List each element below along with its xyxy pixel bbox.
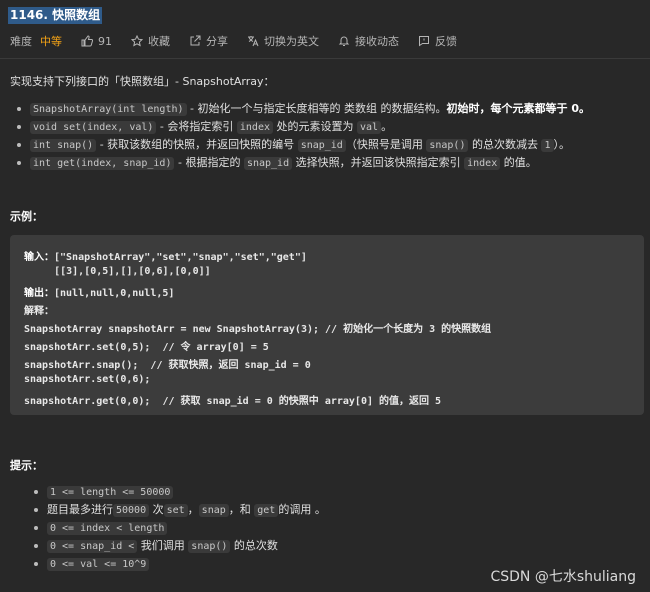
list-item: 0 <= snap_id < 我们调用 snap() 的总次数: [34, 537, 326, 555]
list-item: SnapshotArray(int length) - 初始化一个与指定长度相等…: [17, 100, 590, 118]
favorite-button[interactable]: 收藏: [131, 33, 170, 49]
method-description: - 获取该数组的快照，并返回快照的编号: [96, 138, 298, 151]
list-item: 1 <= length <= 50000: [34, 483, 326, 501]
list-item: int get(index, snap_id) - 根据指定的 snap_id …: [17, 154, 590, 172]
like-count: 91: [98, 34, 112, 48]
inline-code: snap(): [188, 540, 231, 553]
translate-icon: [248, 36, 259, 47]
list-item: 题目最多进行 50000 次 set， snap ，和 get 的调用 。: [34, 501, 326, 519]
problem-meta-bar: 难度 中等 91 收藏 分享 切换为英文 接收动态 反馈: [10, 33, 476, 49]
inline-code: snap_id: [243, 157, 293, 170]
output-value: [null,null,0,null,5]: [54, 288, 175, 299]
share-label: 分享: [206, 35, 228, 48]
inline-code: val: [357, 121, 382, 134]
inline-code: snap: [198, 504, 229, 517]
constraint-code: 0 <= index < length: [47, 522, 168, 535]
method-signature: int get(index, snap_id): [30, 157, 175, 170]
method-description: 选择快照，并返回该快照指定索引: [292, 156, 465, 169]
method-description: - 会将指定索引: [156, 120, 237, 133]
inline-code: 1: [541, 139, 554, 152]
inline-code: snap(): [426, 139, 469, 152]
constraint-text: 次: [149, 503, 164, 516]
inline-code: index: [236, 121, 273, 134]
constraint-text: ，和: [228, 503, 255, 516]
subscribe-label: 接收动态: [355, 35, 399, 48]
method-signature: void set(index, val): [30, 121, 157, 134]
problem-title: 1146. 快照数组: [8, 7, 103, 24]
inline-code: get: [254, 504, 279, 517]
code-line: snapshotArr.get(0,0); // 获取 snap_id = 0 …: [24, 396, 442, 407]
bell-icon: [338, 36, 350, 46]
share-icon: [190, 35, 201, 46]
method-description: - 初始化一个与指定长度相等的 类数组 的数据结构。: [186, 102, 447, 115]
method-description: - 根据指定的: [174, 156, 244, 169]
example-output-line: 输出：[null,null,0,null,5]: [24, 284, 174, 299]
constraint-code: 0 <= val <= 10^9: [47, 558, 150, 571]
constraint-text: 题目最多进行: [47, 503, 113, 516]
feedback-button[interactable]: 反馈: [418, 33, 457, 49]
switch-language-button[interactable]: 切换为英文: [247, 33, 319, 49]
list-item: 0 <= val <= 10^9: [34, 555, 326, 573]
inline-code: snap_id: [297, 139, 346, 152]
code-line: snapshotArr.snap(); // 获取快照，返回 snap_id =…: [24, 360, 311, 371]
share-button[interactable]: 分享: [189, 33, 228, 49]
constraint-code: 1 <= length <= 50000: [47, 486, 174, 499]
output-label: 输出：: [24, 288, 54, 299]
list-item: 0 <= index < length: [34, 519, 326, 537]
csdn-watermark: CSDN @七水shuliang: [490, 569, 636, 585]
code-line: snapshotArr.set(0,6);: [24, 374, 151, 385]
method-description: 的值。: [500, 156, 537, 169]
difficulty: 难度 中等: [10, 33, 62, 49]
code-line: SnapshotArray snapshotArr = new Snapshot…: [24, 324, 492, 335]
inline-code: index: [464, 157, 501, 170]
constraint-text: 我们调用: [137, 539, 189, 552]
constraint-text: ，: [187, 503, 199, 516]
method-description: 。: [381, 120, 393, 133]
switch-language-label: 切换为英文: [264, 35, 319, 48]
method-list: SnapshotArray(int length) - 初始化一个与指定长度相等…: [17, 100, 590, 172]
method-description: 的总次数减去: [468, 138, 542, 151]
list-item: void set(index, val) - 会将指定索引 index 处的元素…: [17, 118, 590, 136]
example-code-block: 输入：["SnapshotArray","set","snap","set","…: [10, 235, 644, 415]
list-item: int snap() - 获取该数组的快照，并返回快照的编号 snap_id （快…: [17, 136, 590, 154]
inline-code: 50000: [113, 504, 150, 517]
input-value: ["SnapshotArray","set","snap","set","get…: [54, 252, 307, 263]
method-description: （快照号是调用: [345, 138, 427, 151]
thumbs-up-icon: [81, 35, 93, 47]
explain-label: 解释：: [24, 306, 54, 317]
problem-intro: 实现支持下列接口的「快照数组」- SnapshotArray：: [10, 75, 275, 88]
method-description: ）。: [553, 138, 571, 151]
constraint-code: 0 <= snap_id <: [47, 540, 138, 553]
example-heading: 示例：: [10, 210, 43, 223]
constraint-text: 的调用 。: [278, 503, 326, 516]
method-description: 处的元素设置为: [273, 120, 357, 133]
difficulty-label: 难度: [10, 35, 32, 48]
method-signature: int snap(): [30, 139, 97, 152]
method-emphasis: 初始时，每个元素都等于 0。: [446, 102, 590, 115]
favorite-label: 收藏: [148, 35, 170, 48]
hints-heading: 提示：: [10, 459, 43, 472]
feedback-icon: [419, 36, 429, 47]
star-icon: [131, 35, 143, 47]
divider: [0, 58, 650, 59]
example-input-line: 输入：["SnapshotArray","set","snap","set","…: [24, 248, 307, 263]
difficulty-value: 中等: [40, 35, 62, 48]
input-label: 输入：: [24, 252, 54, 263]
example-input-args: [[3],[0,5],[],[0,6],[0,0]]: [24, 266, 211, 277]
method-signature: SnapshotArray(int length): [30, 103, 187, 116]
inline-code: set: [163, 504, 188, 517]
constraint-text: 的总次数: [230, 539, 278, 552]
like-button[interactable]: 91: [81, 35, 112, 48]
constraints-list: 1 <= length <= 50000 题目最多进行 50000 次 set， sn…: [34, 483, 326, 573]
subscribe-button[interactable]: 接收动态: [338, 33, 399, 49]
feedback-label: 反馈: [435, 35, 457, 48]
code-line: snapshotArr.set(0,5); // 令 array[0] = 5: [24, 342, 269, 353]
